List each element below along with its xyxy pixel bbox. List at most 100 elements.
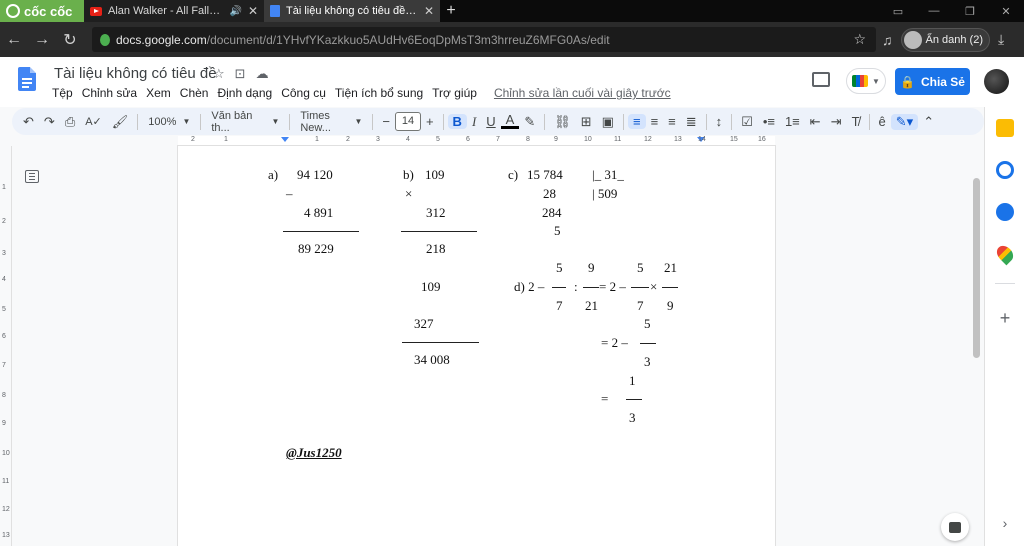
ruler-number: 9 (2, 420, 6, 427)
coccoc-logo-icon (6, 4, 20, 18)
hide-menus-icon[interactable]: ⌃ (918, 114, 939, 130)
document-page[interactable]: a) 94 120 – 4 891 89 229 b) 109 × 312 21… (178, 146, 775, 546)
screenshot-icon[interactable]: ▭ (880, 0, 916, 22)
bulleted-list-icon[interactable]: •≡ (758, 114, 780, 129)
align-right-icon[interactable]: ≡ (663, 114, 681, 129)
chevron-right-icon[interactable]: › (996, 515, 1014, 533)
menu-insert[interactable]: Chèn (180, 86, 214, 100)
forward-icon[interactable]: → (28, 31, 56, 49)
incognito-profile-button[interactable]: Ẩn danh (2) (900, 27, 990, 52)
paint-format-icon[interactable]: 🖌 (107, 114, 134, 130)
input-tools-icon[interactable]: ê (874, 114, 891, 129)
speaker-icon[interactable]: 🔊 (229, 6, 241, 17)
close-tab-icon[interactable]: ✕ (424, 4, 434, 18)
close-window-icon[interactable]: ✕ (988, 0, 1024, 22)
account-avatar[interactable] (984, 69, 1009, 94)
editing-mode-icon[interactable]: ✎▾ (890, 113, 919, 130)
lock-icon[interactable] (100, 33, 110, 46)
numbered-list-icon[interactable]: 1≡ (780, 114, 805, 129)
tab-google-docs[interactable]: Tài liệu không có tiêu đề - Go ✕ (264, 0, 440, 22)
back-icon[interactable]: ← (0, 31, 28, 49)
chevron-down-icon: ▼ (872, 76, 880, 86)
url-input[interactable]: docs.google.com/document/d/1YHvfYKazkkuo… (92, 27, 876, 52)
menu-tools[interactable]: Công cụ (281, 86, 331, 100)
fraction-bar (631, 287, 649, 288)
decrease-indent-icon[interactable]: ⇤ (805, 114, 826, 130)
keep-icon[interactable] (996, 119, 1014, 137)
docs-home-icon[interactable] (18, 67, 36, 91)
window-controls: ▭ — ❐ ✕ (880, 0, 1024, 22)
clear-formatting-icon[interactable]: T̸ (847, 114, 865, 129)
ruler-number: 13 (2, 532, 10, 539)
line-spacing-icon[interactable]: ↕ (711, 114, 728, 129)
move-folder-icon[interactable]: ⊡ (235, 66, 246, 82)
link-icon[interactable]: ⛓ (549, 114, 576, 130)
browser-tabstrip: cốc cốc Alan Walker - All Falls Do 🔊 ✕ T… (0, 0, 1024, 22)
menu-edit[interactable]: Chỉnh sửa (82, 86, 142, 100)
italic-icon[interactable]: I (467, 114, 481, 130)
indent-marker[interactable] (281, 137, 289, 142)
bookmark-star-icon[interactable]: ☆ (853, 31, 866, 48)
style-select[interactable]: Văn bản th... ▼ (205, 110, 285, 134)
comment-history-icon[interactable] (812, 72, 830, 87)
document-title[interactable]: Tài liệu không có tiêu đề (54, 65, 217, 82)
menu-file[interactable]: Tệp (52, 86, 78, 100)
bold-icon[interactable]: B (447, 114, 467, 129)
tab-youtube[interactable]: Alan Walker - All Falls Do 🔊 ✕ (84, 0, 264, 22)
problem-b-result: 34 008 (414, 352, 450, 367)
maps-icon[interactable] (993, 242, 1017, 266)
ruler-number: 2 (2, 218, 6, 225)
print-icon[interactable]: ⎙ (60, 114, 80, 130)
checklist-icon[interactable]: ☑ (736, 114, 758, 130)
increase-font-size-icon[interactable]: + (421, 114, 439, 129)
align-center-icon[interactable]: ≡ (646, 114, 664, 129)
explore-button[interactable] (941, 513, 969, 541)
text-color-icon[interactable]: A (500, 113, 520, 129)
reading-list-icon[interactable]: ♫ (882, 32, 893, 48)
minimize-icon[interactable]: — (916, 0, 952, 22)
meet-button[interactable]: ▼ (846, 68, 886, 94)
align-left-icon[interactable]: ≡ (627, 114, 646, 129)
menu-view[interactable]: Xem (146, 86, 176, 100)
highlight-icon[interactable]: ✎ (519, 114, 540, 130)
align-justify-icon[interactable]: ≣ (681, 114, 702, 130)
reload-icon[interactable]: ↻ (56, 30, 84, 50)
redo-icon[interactable]: ↷ (39, 114, 60, 130)
star-icon[interactable]: ☆ (213, 66, 225, 82)
increase-indent-icon[interactable]: ⇥ (826, 114, 847, 130)
explore-icon (949, 521, 961, 533)
add-comment-icon[interactable]: ⊞ (576, 114, 597, 130)
undo-icon[interactable]: ↶ (18, 114, 39, 130)
menu-addons[interactable]: Tiện ích bổ sung (335, 86, 428, 100)
contacts-icon[interactable] (996, 203, 1014, 221)
vertical-ruler: 1 2 3 4 5 6 7 8 9 10 11 12 13 (0, 146, 12, 546)
download-icon[interactable]: ⤓ (998, 31, 1004, 48)
menu-help[interactable]: Trợ giúp (432, 86, 482, 100)
vertical-scrollbar[interactable] (970, 146, 984, 546)
font-size-input[interactable]: 14 (394, 112, 421, 131)
cloud-status-icon[interactable]: ☁ (256, 66, 269, 82)
coccoc-menu-button[interactable]: cốc cốc (0, 0, 84, 22)
formatting-toolbar: ↶ ↷ ⎙ A✓ 🖌 100% ▼ Văn bản th... ▼ Times Ne… (12, 108, 984, 135)
tasks-icon[interactable] (996, 161, 1014, 179)
ruler-number: 4 (2, 276, 6, 283)
new-tab-button[interactable]: + (440, 0, 462, 22)
ruler-number: 5 (2, 306, 6, 313)
problem-c-divisor: |_ 31_ (592, 167, 624, 182)
share-button[interactable]: 🔒 Chia Sẻ (895, 68, 970, 95)
restore-icon[interactable]: ❐ (952, 0, 988, 22)
scrollbar-thumb[interactable] (973, 178, 980, 358)
lock-icon: 🔒 (900, 74, 915, 89)
menu-format[interactable]: Định dạng (217, 86, 277, 100)
get-addons-icon[interactable]: + (996, 309, 1014, 327)
document-outline-icon[interactable] (25, 170, 39, 183)
spellcheck-icon[interactable]: A✓ (80, 115, 107, 128)
underline-icon[interactable]: U (481, 114, 500, 129)
zoom-select[interactable]: 100% ▼ (142, 116, 196, 128)
insert-image-icon[interactable]: ▣ (597, 114, 619, 130)
toolbar-divider (200, 113, 202, 130)
decrease-font-size-icon[interactable]: − (377, 114, 395, 129)
close-tab-icon[interactable]: ✕ (248, 4, 258, 18)
last-edit-link[interactable]: Chỉnh sửa lần cuối vài giây trước (494, 86, 676, 100)
font-select[interactable]: Times New... ▼ (294, 110, 368, 134)
